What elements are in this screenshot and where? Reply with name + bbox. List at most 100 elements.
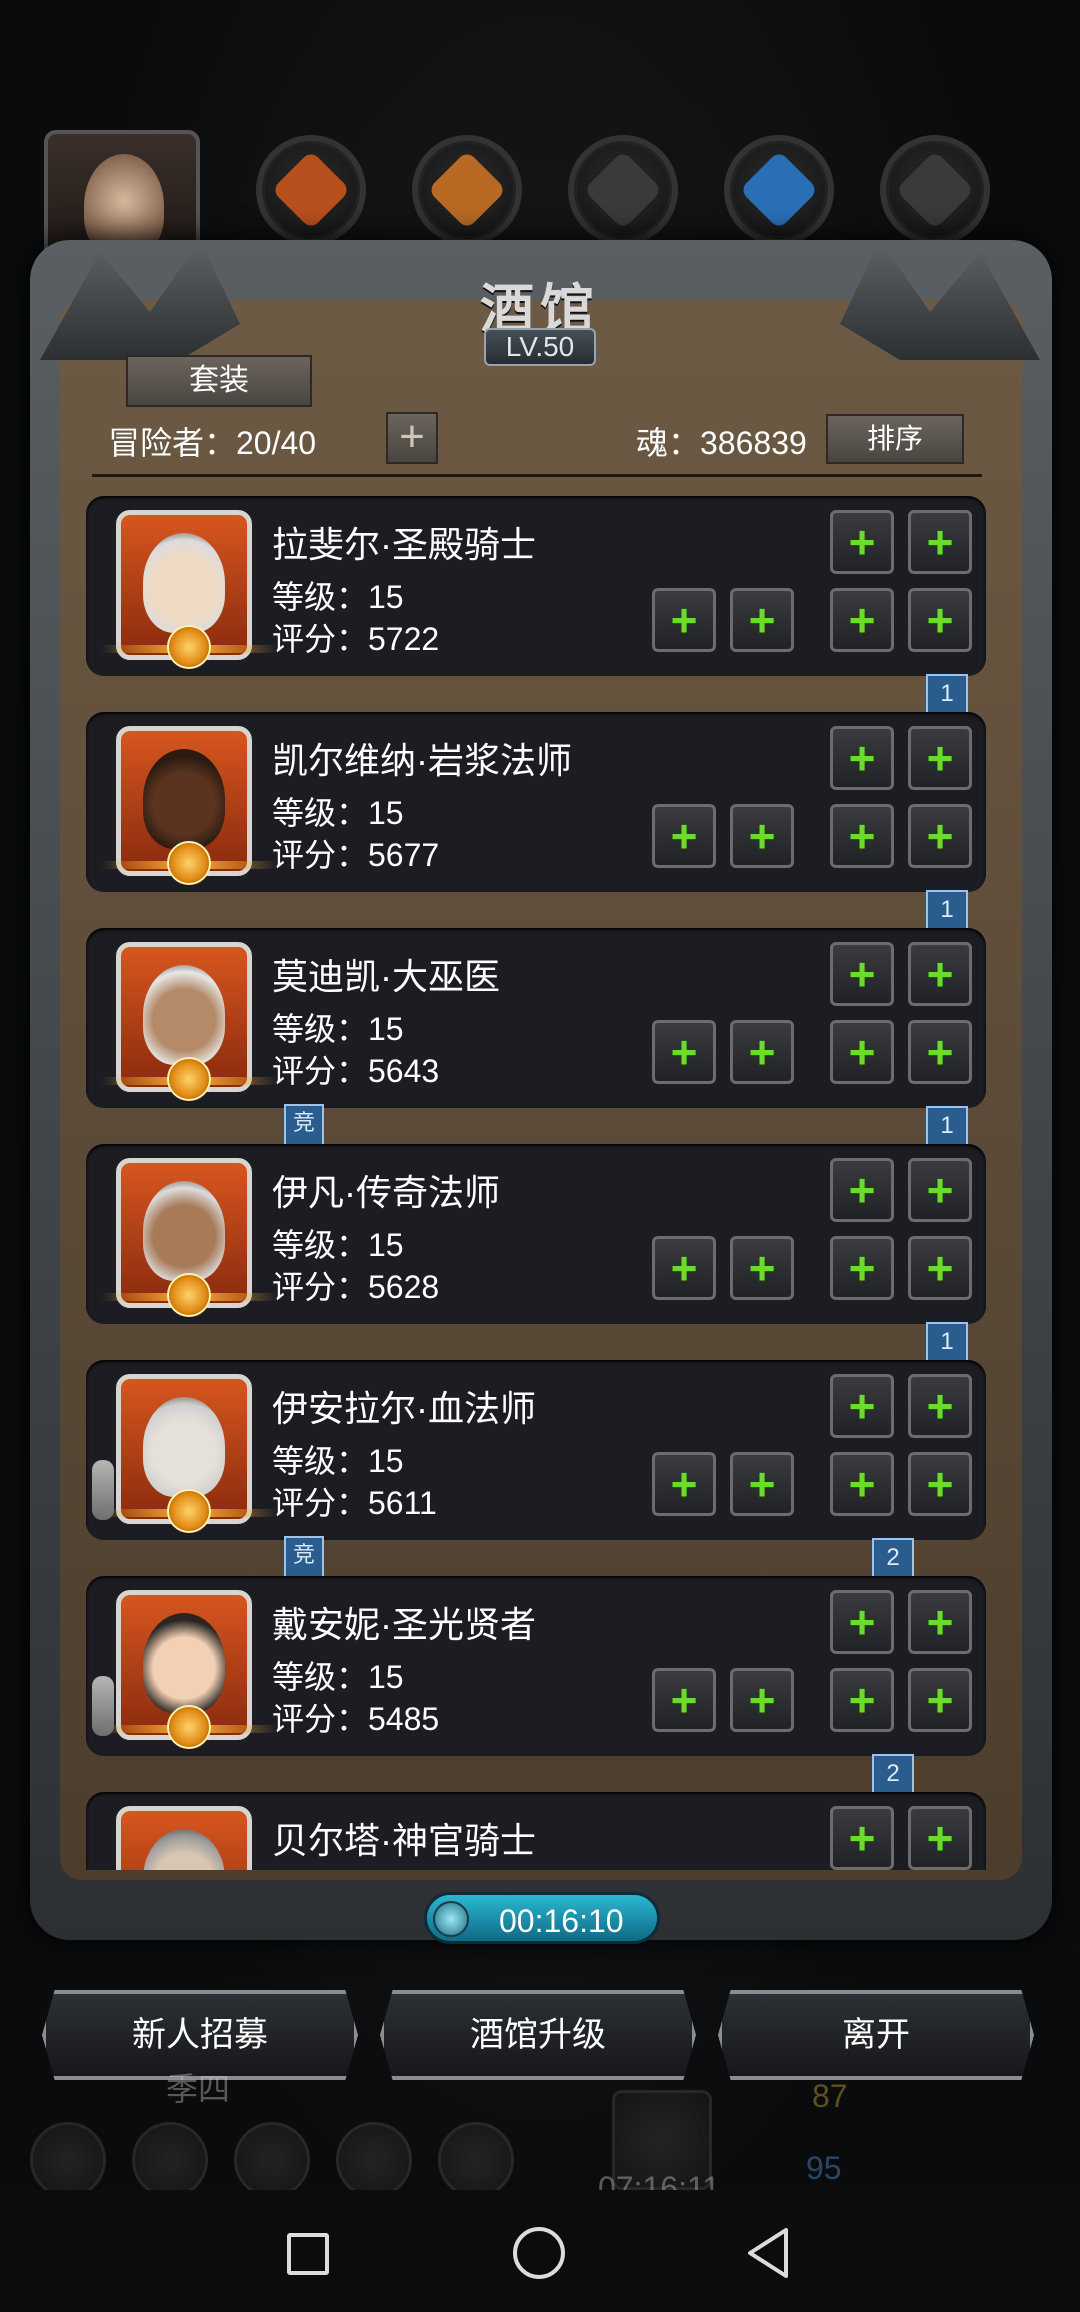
- green-plus-icon: +: [926, 1596, 954, 1648]
- equip-slot-button[interactable]: +: [730, 1452, 794, 1516]
- equip-slot-button[interactable]: +: [730, 1668, 794, 1732]
- upgrade-tavern-button[interactable]: 酒馆升级: [380, 1990, 696, 2080]
- hero-card[interactable]: 拉斐尔·圣殿骑士 等级：15 评分：5722 + + + + + +: [86, 496, 986, 676]
- equip-slot-button[interactable]: +: [908, 1236, 972, 1300]
- set-button[interactable]: 套装: [126, 355, 312, 407]
- adventurer-count: 冒险者：20/40: [108, 425, 317, 461]
- hud-icon-1[interactable]: [30, 2122, 106, 2198]
- hero-card[interactable]: 伊凡·传奇法师 等级：15 评分：5628 + + + + + +: [86, 1144, 986, 1324]
- green-plus-icon: +: [670, 1026, 698, 1078]
- equip-slot-button[interactable]: +: [908, 726, 972, 790]
- hero-card[interactable]: 莫迪凯·大巫医 等级：15 评分：5643 + + + + + +: [86, 928, 986, 1108]
- equip-slot-button[interactable]: +: [830, 1452, 894, 1516]
- sort-button[interactable]: 排序: [826, 414, 964, 464]
- equip-slot-button[interactable]: +: [830, 1374, 894, 1438]
- hero-portrait[interactable]: [101, 726, 277, 885]
- equip-slot-button[interactable]: +: [652, 1236, 716, 1300]
- equip-slot-button[interactable]: +: [908, 588, 972, 652]
- hud-icon-2[interactable]: [132, 2122, 208, 2198]
- hero-portrait[interactable]: [101, 1590, 277, 1749]
- equip-slot-button[interactable]: +: [908, 1590, 972, 1654]
- timer-text: 00:16:10: [499, 1903, 624, 1939]
- equip-slot-button[interactable]: +: [830, 804, 894, 868]
- equipment-slot-5[interactable]: [880, 135, 990, 245]
- back-button[interactable]: [746, 2226, 790, 2280]
- green-plus-icon: +: [670, 594, 698, 646]
- equip-slot-button[interactable]: +: [730, 588, 794, 652]
- hero-score: 评分：5677: [272, 837, 440, 873]
- hero-score: 评分：5611: [272, 1485, 437, 1521]
- equip-slot-button[interactable]: +: [908, 1806, 972, 1870]
- green-plus-icon: +: [670, 1458, 698, 1510]
- hud-icon-4[interactable]: [336, 2122, 412, 2198]
- green-plus-icon: +: [926, 1026, 954, 1078]
- hero-face: [143, 1397, 225, 1497]
- hero-name: 伊安拉尔·血法师: [272, 1388, 536, 1429]
- hero-name: 拉斐尔·圣殿骑士: [272, 524, 536, 565]
- hero-score: 评分：5722: [272, 621, 440, 657]
- green-plus-icon: +: [926, 1458, 954, 1510]
- equip-slot-button[interactable]: +: [830, 942, 894, 1006]
- equip-slot-button[interactable]: +: [830, 1020, 894, 1084]
- hud-icon-5[interactable]: [438, 2122, 514, 2198]
- hero-card[interactable]: 凯尔维纳·岩浆法师 等级：15 评分：5677 + + + + + +: [86, 712, 986, 892]
- equipment-slot-2[interactable]: [412, 135, 522, 245]
- equip-slot-button[interactable]: +: [830, 1668, 894, 1732]
- equip-slot-button[interactable]: +: [730, 804, 794, 868]
- hero-portrait[interactable]: [101, 942, 277, 1101]
- hero-level: 等级：15: [272, 1011, 404, 1047]
- equip-slot-button[interactable]: +: [730, 1020, 794, 1084]
- equip-slot-button[interactable]: +: [830, 1158, 894, 1222]
- green-plus-icon: +: [670, 1242, 698, 1294]
- add-slot-button[interactable]: +: [386, 412, 438, 464]
- equip-slot-button[interactable]: +: [652, 1020, 716, 1084]
- hero-list[interactable]: 拉斐尔·圣殿骑士 等级：15 评分：5722 + + + + + +1 凯尔维纳·岩浆法师 等级：1…: [86, 492, 990, 1870]
- rank-star-icon: [167, 841, 211, 885]
- hero-card[interactable]: 贝尔塔·神官骑士 + +: [86, 1792, 986, 1870]
- equip-slot-button[interactable]: +: [652, 1668, 716, 1732]
- hero-portrait[interactable]: [101, 1158, 277, 1317]
- equip-slot-button[interactable]: +: [652, 588, 716, 652]
- rank-star-icon: [167, 1057, 211, 1101]
- equip-slot-button[interactable]: +: [830, 1236, 894, 1300]
- hero-card[interactable]: 戴安妮·圣光贤者 等级：15 评分：5485 + + + + + +: [86, 1576, 986, 1756]
- equip-slot-button[interactable]: +: [830, 1590, 894, 1654]
- recent-apps-button[interactable]: [287, 2233, 329, 2275]
- green-plus-icon: +: [748, 1242, 776, 1294]
- equipment-slot-3[interactable]: [568, 135, 678, 245]
- equip-slot-button[interactable]: +: [908, 510, 972, 574]
- home-button[interactable]: [513, 2227, 565, 2279]
- green-plus-icon: +: [848, 594, 876, 646]
- equipment-slot-1[interactable]: [256, 135, 366, 245]
- hero-portrait[interactable]: [101, 1374, 277, 1533]
- hero-name: 伊凡·传奇法师: [272, 1172, 500, 1213]
- expedition-walker-icon: [92, 1460, 114, 1520]
- green-plus-icon: +: [670, 810, 698, 862]
- equip-slot-button[interactable]: +: [908, 942, 972, 1006]
- equip-slot-button[interactable]: +: [730, 1236, 794, 1300]
- expedition-walker-icon: [92, 1676, 114, 1736]
- equip-slot-button[interactable]: +: [830, 726, 894, 790]
- hero-card[interactable]: 伊安拉尔·血法师 等级：15 评分：5611 + + + + + +: [86, 1360, 986, 1540]
- equip-slot-button[interactable]: +: [908, 1020, 972, 1084]
- equip-slot-button[interactable]: +: [908, 804, 972, 868]
- equip-slot-button[interactable]: +: [908, 1158, 972, 1222]
- hero-score: 评分：5643: [272, 1053, 440, 1089]
- hero-level: 等级：15: [272, 1659, 404, 1695]
- equipment-slot-4[interactable]: [724, 135, 834, 245]
- rank-star-icon: [167, 1705, 211, 1749]
- hud-icon-3[interactable]: [234, 2122, 310, 2198]
- green-plus-icon: +: [848, 1026, 876, 1078]
- green-plus-icon: +: [926, 1164, 954, 1216]
- equip-slot-button[interactable]: +: [908, 1374, 972, 1438]
- equip-slot-button[interactable]: +: [830, 1806, 894, 1870]
- equip-slot-button[interactable]: +: [908, 1452, 972, 1516]
- equip-slot-button[interactable]: +: [652, 804, 716, 868]
- equip-slot-button[interactable]: +: [652, 1452, 716, 1516]
- hero-portrait[interactable]: [101, 510, 277, 669]
- equip-slot-button[interactable]: +: [830, 588, 894, 652]
- equip-slot-button[interactable]: +: [908, 1668, 972, 1732]
- leave-button[interactable]: 离开: [718, 1990, 1034, 2080]
- hero-portrait[interactable]: [116, 1806, 252, 1870]
- equip-slot-button[interactable]: +: [830, 510, 894, 574]
